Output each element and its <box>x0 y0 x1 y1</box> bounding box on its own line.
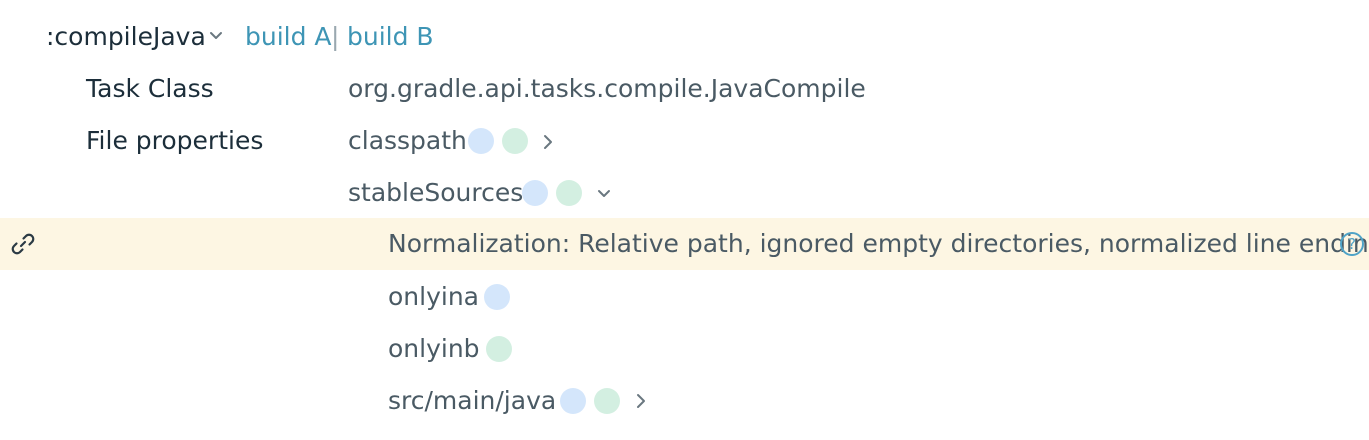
build-a-dot <box>484 284 510 310</box>
build-b-dot <box>486 336 512 362</box>
build-a-dot <box>560 388 586 414</box>
chevron-right-icon[interactable] <box>543 134 553 150</box>
build-a-link[interactable]: build A <box>245 11 332 63</box>
link-icon[interactable] <box>10 231 36 257</box>
chevron-down-icon[interactable] <box>209 31 223 41</box>
build-a-dot <box>522 180 548 206</box>
task-comparison-panel: :compileJava build A | build B Task Clas… <box>0 0 1369 440</box>
help-icon[interactable]: ? <box>1340 232 1364 256</box>
build-separator: | <box>331 22 340 51</box>
normalization-text: Normalization: Relative path, ignored em… <box>388 229 1369 258</box>
task-class-label: Task Class <box>86 74 214 103</box>
chevron-right-icon[interactable] <box>636 393 646 409</box>
property-classpath[interactable]: classpath <box>348 115 467 167</box>
build-b-dot <box>594 388 620 414</box>
build-b-dot <box>556 180 582 206</box>
dir-src-main-java[interactable]: src/main/java <box>388 375 556 427</box>
property-stable-sources[interactable]: stableSources <box>348 167 523 219</box>
file-properties-label: File properties <box>86 126 264 155</box>
file-onlyinb[interactable]: onlyinb <box>388 323 480 375</box>
task-class-value: org.gradle.api.tasks.compile.JavaCompile <box>348 74 866 103</box>
file-onlyina[interactable]: onlyina <box>388 271 479 323</box>
build-a-dot <box>468 128 494 154</box>
build-b-link[interactable]: build B <box>347 11 434 63</box>
build-b-dot <box>502 128 528 154</box>
task-name: :compileJava <box>46 22 206 51</box>
chevron-down-icon[interactable] <box>597 189 611 199</box>
